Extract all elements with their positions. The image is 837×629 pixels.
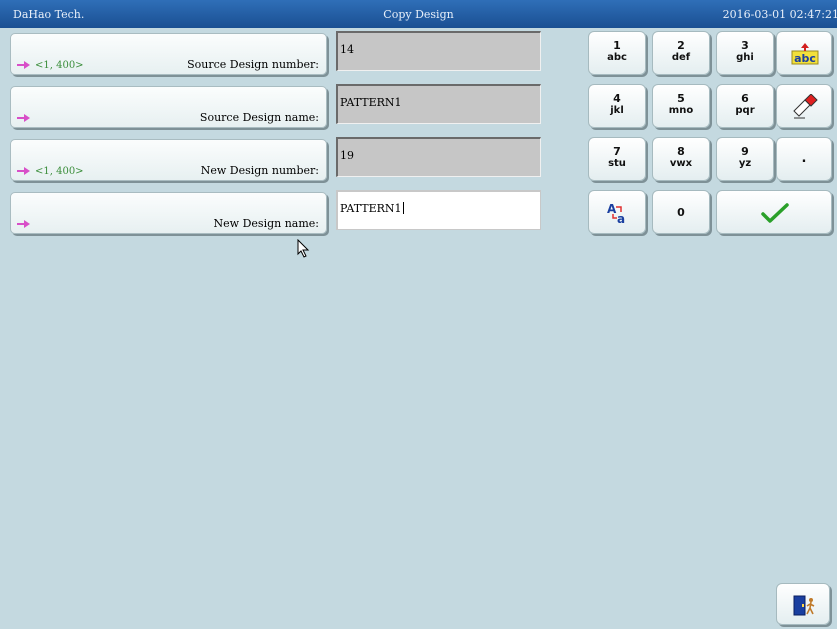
key-3[interactable]: 3 ghi <box>716 31 774 75</box>
key-number: 8 <box>677 145 685 158</box>
key-number: 0 <box>677 206 685 219</box>
field-row-new-name: New Design name: PATTERN1 <box>10 190 549 236</box>
key-9[interactable]: 9 yz <box>716 137 774 181</box>
new-name-label-button[interactable]: New Design name: <box>10 192 327 234</box>
exit-button[interactable] <box>776 583 830 625</box>
mouse-pointer-icon <box>297 239 310 258</box>
new-number-input[interactable]: 19 <box>336 137 541 177</box>
field-label: New Design number: <box>200 164 319 177</box>
key-2[interactable]: 2 def <box>652 31 710 75</box>
backspace-button[interactable]: abc <box>776 31 832 75</box>
field-row-source-number: <1, 400> Source Design number: 14 <box>10 31 549 77</box>
pink-arrow-icon <box>17 114 30 122</box>
key-4[interactable]: 4 jkl <box>588 84 646 128</box>
text-caret <box>402 202 404 214</box>
key-letters: ghi <box>736 52 754 63</box>
key-1[interactable]: 1 abc <box>588 31 646 75</box>
source-name-input[interactable]: PATTERN1 <box>336 84 541 124</box>
key-8[interactable]: 8 vwx <box>652 137 710 181</box>
key-letters: stu <box>608 158 626 169</box>
confirm-button[interactable] <box>716 190 832 234</box>
pink-arrow-icon <box>17 167 30 175</box>
case-toggle-button[interactable]: A a <box>588 190 646 234</box>
exit-door-icon <box>793 595 815 616</box>
key-0[interactable]: 0 <box>652 190 710 234</box>
new-number-label-button[interactable]: <1, 400> New Design number: <box>10 139 327 181</box>
key-letters: abc <box>607 52 627 63</box>
pink-arrow-icon <box>17 61 30 69</box>
checkmark-icon <box>761 203 789 223</box>
new-name-input[interactable]: PATTERN1 <box>336 190 541 230</box>
key-number: 9 <box>741 145 749 158</box>
key-number: 3 <box>741 39 749 52</box>
svg-text:abc: abc <box>794 52 816 65</box>
datetime-label: 2016-03-01 02:47:21 <box>722 8 837 21</box>
case-toggle-icon: A a <box>607 202 625 226</box>
key-number: 7 <box>613 145 621 158</box>
range-hint: <1, 400> <box>35 60 84 71</box>
key-5[interactable]: 5 mno <box>652 84 710 128</box>
key-letters: def <box>671 52 691 63</box>
key-number: 1 <box>613 39 621 52</box>
field-row-new-number: <1, 400> New Design number: 19 <box>10 137 549 183</box>
range-hint: <1, 400> <box>35 166 84 177</box>
key-7[interactable]: 7 stu <box>588 137 646 181</box>
key-letters: mno <box>668 105 694 116</box>
window-title: Copy Design <box>383 8 454 21</box>
eraser-icon <box>793 94 818 119</box>
svg-text:a: a <box>617 212 625 226</box>
field-label: New Design name: <box>213 217 319 230</box>
key-number: 5 <box>677 92 685 105</box>
key-number: . <box>801 151 807 166</box>
source-number-label-button[interactable]: <1, 400> Source Design number: <box>10 33 327 75</box>
pink-arrow-icon <box>17 220 30 228</box>
field-label: Source Design name: <box>199 111 319 124</box>
key-letters: jkl <box>610 105 624 116</box>
key-dot[interactable]: . <box>776 137 832 181</box>
source-name-label-button[interactable]: Source Design name: <box>10 86 327 128</box>
key-letters: vwx <box>669 158 693 169</box>
key-number: 6 <box>741 92 749 105</box>
source-number-input[interactable]: 14 <box>336 31 541 71</box>
field-row-source-name: Source Design name: PATTERN1 <box>10 84 549 130</box>
backspace-abc-icon: abc <box>791 43 819 65</box>
key-letters: pqr <box>735 105 755 116</box>
key-letters: yz <box>738 158 752 169</box>
clear-button[interactable] <box>776 84 832 128</box>
input-text: PATTERN1 <box>340 202 402 215</box>
key-number: 4 <box>613 92 621 105</box>
title-bar: DaHao Tech. Copy Design 2016-03-01 02:47… <box>0 0 837 28</box>
key-6[interactable]: 6 pqr <box>716 84 774 128</box>
key-number: 2 <box>677 39 685 52</box>
svg-text:A: A <box>607 202 617 216</box>
field-label: Source Design number: <box>187 58 319 71</box>
